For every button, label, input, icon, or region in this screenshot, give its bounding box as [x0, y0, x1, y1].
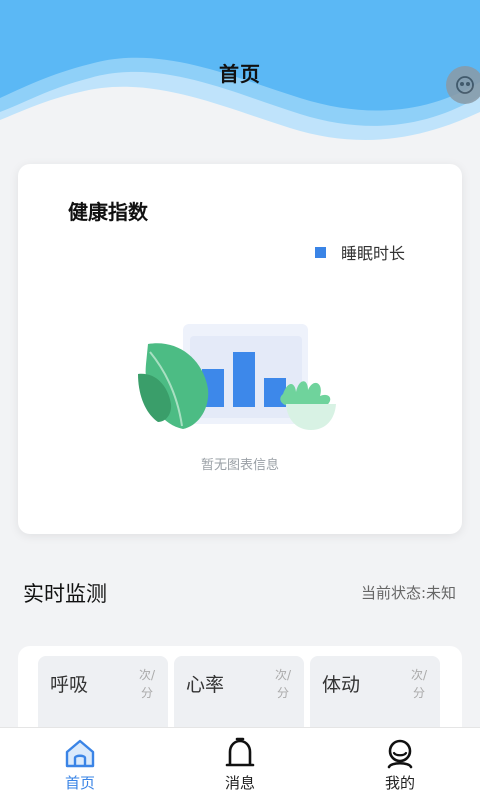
bottom-nav: 首页 消息 我的 [0, 727, 480, 801]
metric-label: 心率 [186, 674, 225, 696]
nav-label-profile: 我的 [384, 774, 415, 792]
nav-label-messages: 消息 [224, 774, 255, 792]
user-icon [387, 739, 413, 769]
metric-unit: 次/ 分 [272, 666, 294, 702]
legend-label-sleep: 睡眠时长 [341, 244, 406, 263]
monitor-status: 当前状态:未知 [360, 584, 456, 602]
bell-icon [225, 737, 255, 767]
metric-unit-bottom: 分 [140, 686, 153, 700]
nav-item-home[interactable]: 首页 [0, 728, 160, 801]
empty-chart-illustration [138, 324, 336, 430]
health-card-title: 健康指数 [68, 200, 148, 224]
metric-unit: 次/ 分 [408, 666, 430, 702]
metric-label: 呼吸 [50, 674, 89, 696]
nav-item-messages[interactable]: 消息 [160, 728, 320, 801]
metric-unit-top: 次/ [138, 668, 156, 682]
chart-legend: 睡眠时长 [315, 240, 405, 264]
metric-unit-top: 次/ [410, 668, 428, 682]
metric-unit-top: 次/ [274, 668, 292, 682]
metric-unit-bottom: 分 [276, 686, 289, 700]
header: 首页 [0, 0, 480, 150]
empty-chart-text: 暂无图表信息 [200, 458, 279, 473]
nav-label-home: 首页 [64, 774, 95, 792]
page-title: 首页 [219, 62, 261, 86]
robot-face-icon [456, 76, 474, 94]
metric-unit: 次/ 分 [136, 666, 158, 702]
health-index-card: 健康指数 睡眠时长 暂无图表信息 [18, 164, 462, 534]
nav-item-profile[interactable]: 我的 [320, 728, 480, 801]
metric-unit-bottom: 分 [412, 686, 425, 700]
home-icon [65, 739, 95, 768]
legend-swatch-sleep [315, 246, 326, 258]
floating-assistant-button[interactable] [446, 66, 480, 104]
monitor-section-title: 实时监测 [23, 582, 107, 606]
metric-label: 体动 [322, 674, 361, 696]
